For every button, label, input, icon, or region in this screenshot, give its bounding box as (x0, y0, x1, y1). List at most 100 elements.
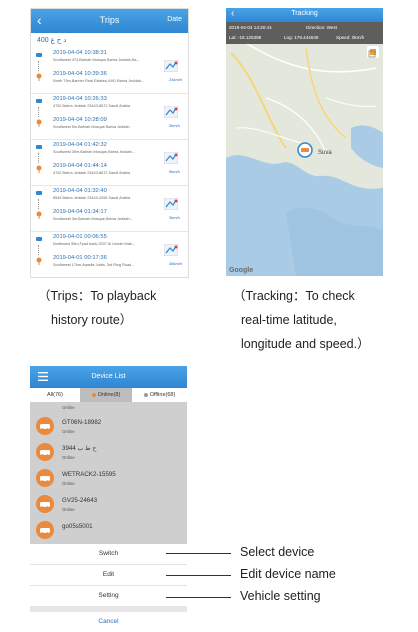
tab-online[interactable]: Online(8) (80, 388, 132, 402)
map-route-icon[interactable] (164, 106, 178, 118)
device-list-title: Device List (91, 373, 126, 380)
trip-speed: 24km/h (169, 77, 183, 82)
status-tabs: All(76) Online(8) Offline(68) (30, 388, 187, 402)
map-place-label: Suva (318, 150, 332, 156)
tracking-direction: Direction: West (306, 25, 338, 30)
trip-speed: 5km/h (169, 169, 180, 174)
action-sheet: Switch Edit Setting Cancel (30, 544, 187, 632)
car-icon (36, 443, 54, 461)
trip-start-address: 4762 Bahra Jeddah 23443-8672 Saudi Arabi… (53, 104, 131, 108)
trips-screen: ‹ Trips Date 400 د ح ع 2019-04-04 10:38:… (30, 8, 189, 278)
trips-caption-1: （Trips：To playback (38, 289, 157, 303)
device-row[interactable]: 3944 ح ط ب Online (30, 439, 187, 466)
callout-vehicle-setting: Vehicle setting (240, 589, 321, 603)
route-dots (38, 107, 40, 117)
start-car-icon (36, 145, 42, 149)
car-icon (36, 521, 54, 539)
callout-line (166, 575, 231, 576)
start-car-icon (36, 191, 42, 195)
device-name: WETRACK2-15595 (62, 471, 116, 478)
end-pin-icon (36, 211, 42, 219)
route-dots (38, 61, 40, 71)
trip-row[interactable]: 2019-04-04 01:42:32 Southwest 39m,Bahrah … (31, 139, 188, 186)
tracking-caption-1: （Tracking：To check (233, 289, 355, 303)
date-button[interactable]: Date (167, 16, 182, 23)
trip-start-address: 8545 Bahra Jeddah 23443-4296 Saudi Arabi… (53, 196, 131, 200)
route-dots (38, 153, 40, 163)
end-pin-icon (36, 257, 42, 265)
trip-row[interactable]: 2019-04-04 01:32:40 8545 Bahra Jeddah 234… (31, 185, 188, 232)
device-status: Online (62, 405, 75, 410)
vehicle-marker-icon[interactable] (297, 142, 313, 158)
setting-option[interactable]: Setting (30, 586, 187, 606)
device-name: GV25-24643 (62, 497, 98, 504)
trip-row[interactable]: 2019-04-01 00:06:55 Northwest 55m,Fyad ba… (31, 231, 188, 277)
device-row[interactable]: WETRACK2-15595 Online (30, 465, 187, 492)
map-route-icon[interactable] (164, 198, 178, 210)
car-icon (36, 495, 54, 513)
map-route-icon[interactable] (164, 244, 178, 256)
device-status: Online (62, 481, 75, 486)
callout-line (166, 597, 231, 598)
trip-row[interactable]: 2019-04-04 10:38:31 Southwest 474,Bahrah … (31, 47, 188, 94)
device-row[interactable]: go05s5001 (30, 517, 187, 544)
trip-start-address: Southwest 39m,Bahrah Mosque,Bahra Jeddah… (53, 150, 135, 154)
trip-end-time: 2019-04-04 10:39:36 (53, 71, 107, 77)
callout-select-device: Select device (240, 545, 315, 559)
car-icon (36, 417, 54, 435)
start-car-icon (36, 53, 42, 57)
tracking-speed: Speed: 0km/h (336, 35, 365, 40)
device-status: Online (62, 429, 75, 434)
start-car-icon (36, 99, 42, 103)
device-status: Online (62, 507, 75, 512)
tracking-title: Tracking (291, 10, 318, 17)
end-pin-icon (36, 119, 42, 127)
tracking-info-bar: 2019-04-04 14:30:44 Direction: West Lat:… (226, 22, 383, 44)
trip-start-time: 2019-04-04 01:32:40 (53, 188, 107, 194)
layers-icon[interactable] (367, 46, 379, 58)
device-list: Online GT06N-18982 Online 3944 ح ط ب Online… (30, 402, 187, 544)
switch-option[interactable]: Switch (30, 544, 187, 564)
google-logo: Google (229, 267, 254, 274)
callout-line (166, 553, 231, 554)
trip-end-address: Southwest 3m,Bahrah Mosque,Bahra Jeddah.… (53, 217, 133, 221)
trip-end-time: 2019-04-04 01:34:17 (53, 209, 107, 215)
trip-end-time: 2019-04-01 00:17:36 (53, 255, 107, 261)
trip-row[interactable]: 2019-04-04 10:26:33 4762 Bahra Jeddah 234… (31, 93, 188, 140)
device-list-header: Device List (30, 366, 187, 388)
tracking-caption-2: real-time latitude, (241, 313, 337, 327)
car-icon (36, 469, 54, 487)
trip-start-time: 2019-04-04 10:38:31 (53, 50, 107, 56)
tab-all[interactable]: All(76) (30, 388, 80, 402)
edit-option[interactable]: Edit (30, 565, 187, 585)
trip-start-address: Northwest 55m,Fyad bank,2537 Al Umrah Ma… (53, 242, 135, 246)
trip-end-time: 2019-04-04 10:28:09 (53, 117, 107, 123)
end-pin-icon (36, 165, 42, 173)
trip-start-time: 2019-04-04 10:26:33 (53, 96, 107, 102)
trips-header: ‹ Trips Date (31, 9, 188, 33)
trip-start-time: 2019-04-04 01:42:32 (53, 142, 107, 148)
device-row[interactable]: GT06N-18982 Online (30, 413, 187, 440)
tracking-time: 2019-04-04 14:30:44 (229, 25, 272, 30)
tab-offline[interactable]: Offline(68) (132, 388, 187, 402)
end-pin-icon (36, 73, 42, 81)
trip-row[interactable]: 2019-03-31 23:26:023760 Bahra Jeddah 234… (31, 277, 188, 278)
trip-speed: 48km/h (169, 261, 183, 266)
trip-end-address: Southwest 5m,Bahrah Mosque,Bahra Jeddah (53, 125, 130, 129)
device-row[interactable]: GV25-24643 Online (30, 491, 187, 518)
map-route-icon[interactable] (164, 152, 178, 164)
route-dots (38, 199, 40, 209)
device-list-screen: Device List All(76) Online(8) Offline(68… (30, 366, 187, 632)
tracking-longitude: Lng: 178.444649 (284, 35, 319, 40)
tracking-screen: ‹ Tracking 2019-04-04 14:30:44 Direction… (226, 8, 383, 276)
map-route-icon[interactable] (164, 60, 178, 72)
trip-end-time: 2019-04-04 01:44:14 (53, 163, 107, 169)
trip-start-address: Southwest 474,Bahrah Mosque,Bahra Jeddah… (53, 58, 140, 62)
trip-end-address: Southwest 17km,Awadla Jubia, 3rd Ring Ro… (53, 263, 135, 267)
cancel-button[interactable]: Cancel (30, 612, 187, 632)
tracking-caption-3: longitude and speed.） (241, 337, 370, 351)
tracking-latitude: Lat: -18.125398 (229, 35, 262, 40)
route-dots (38, 245, 40, 255)
vehicle-plate: 400 د ح ع (37, 37, 67, 44)
device-name: 3944 ح ط ب (62, 445, 97, 452)
